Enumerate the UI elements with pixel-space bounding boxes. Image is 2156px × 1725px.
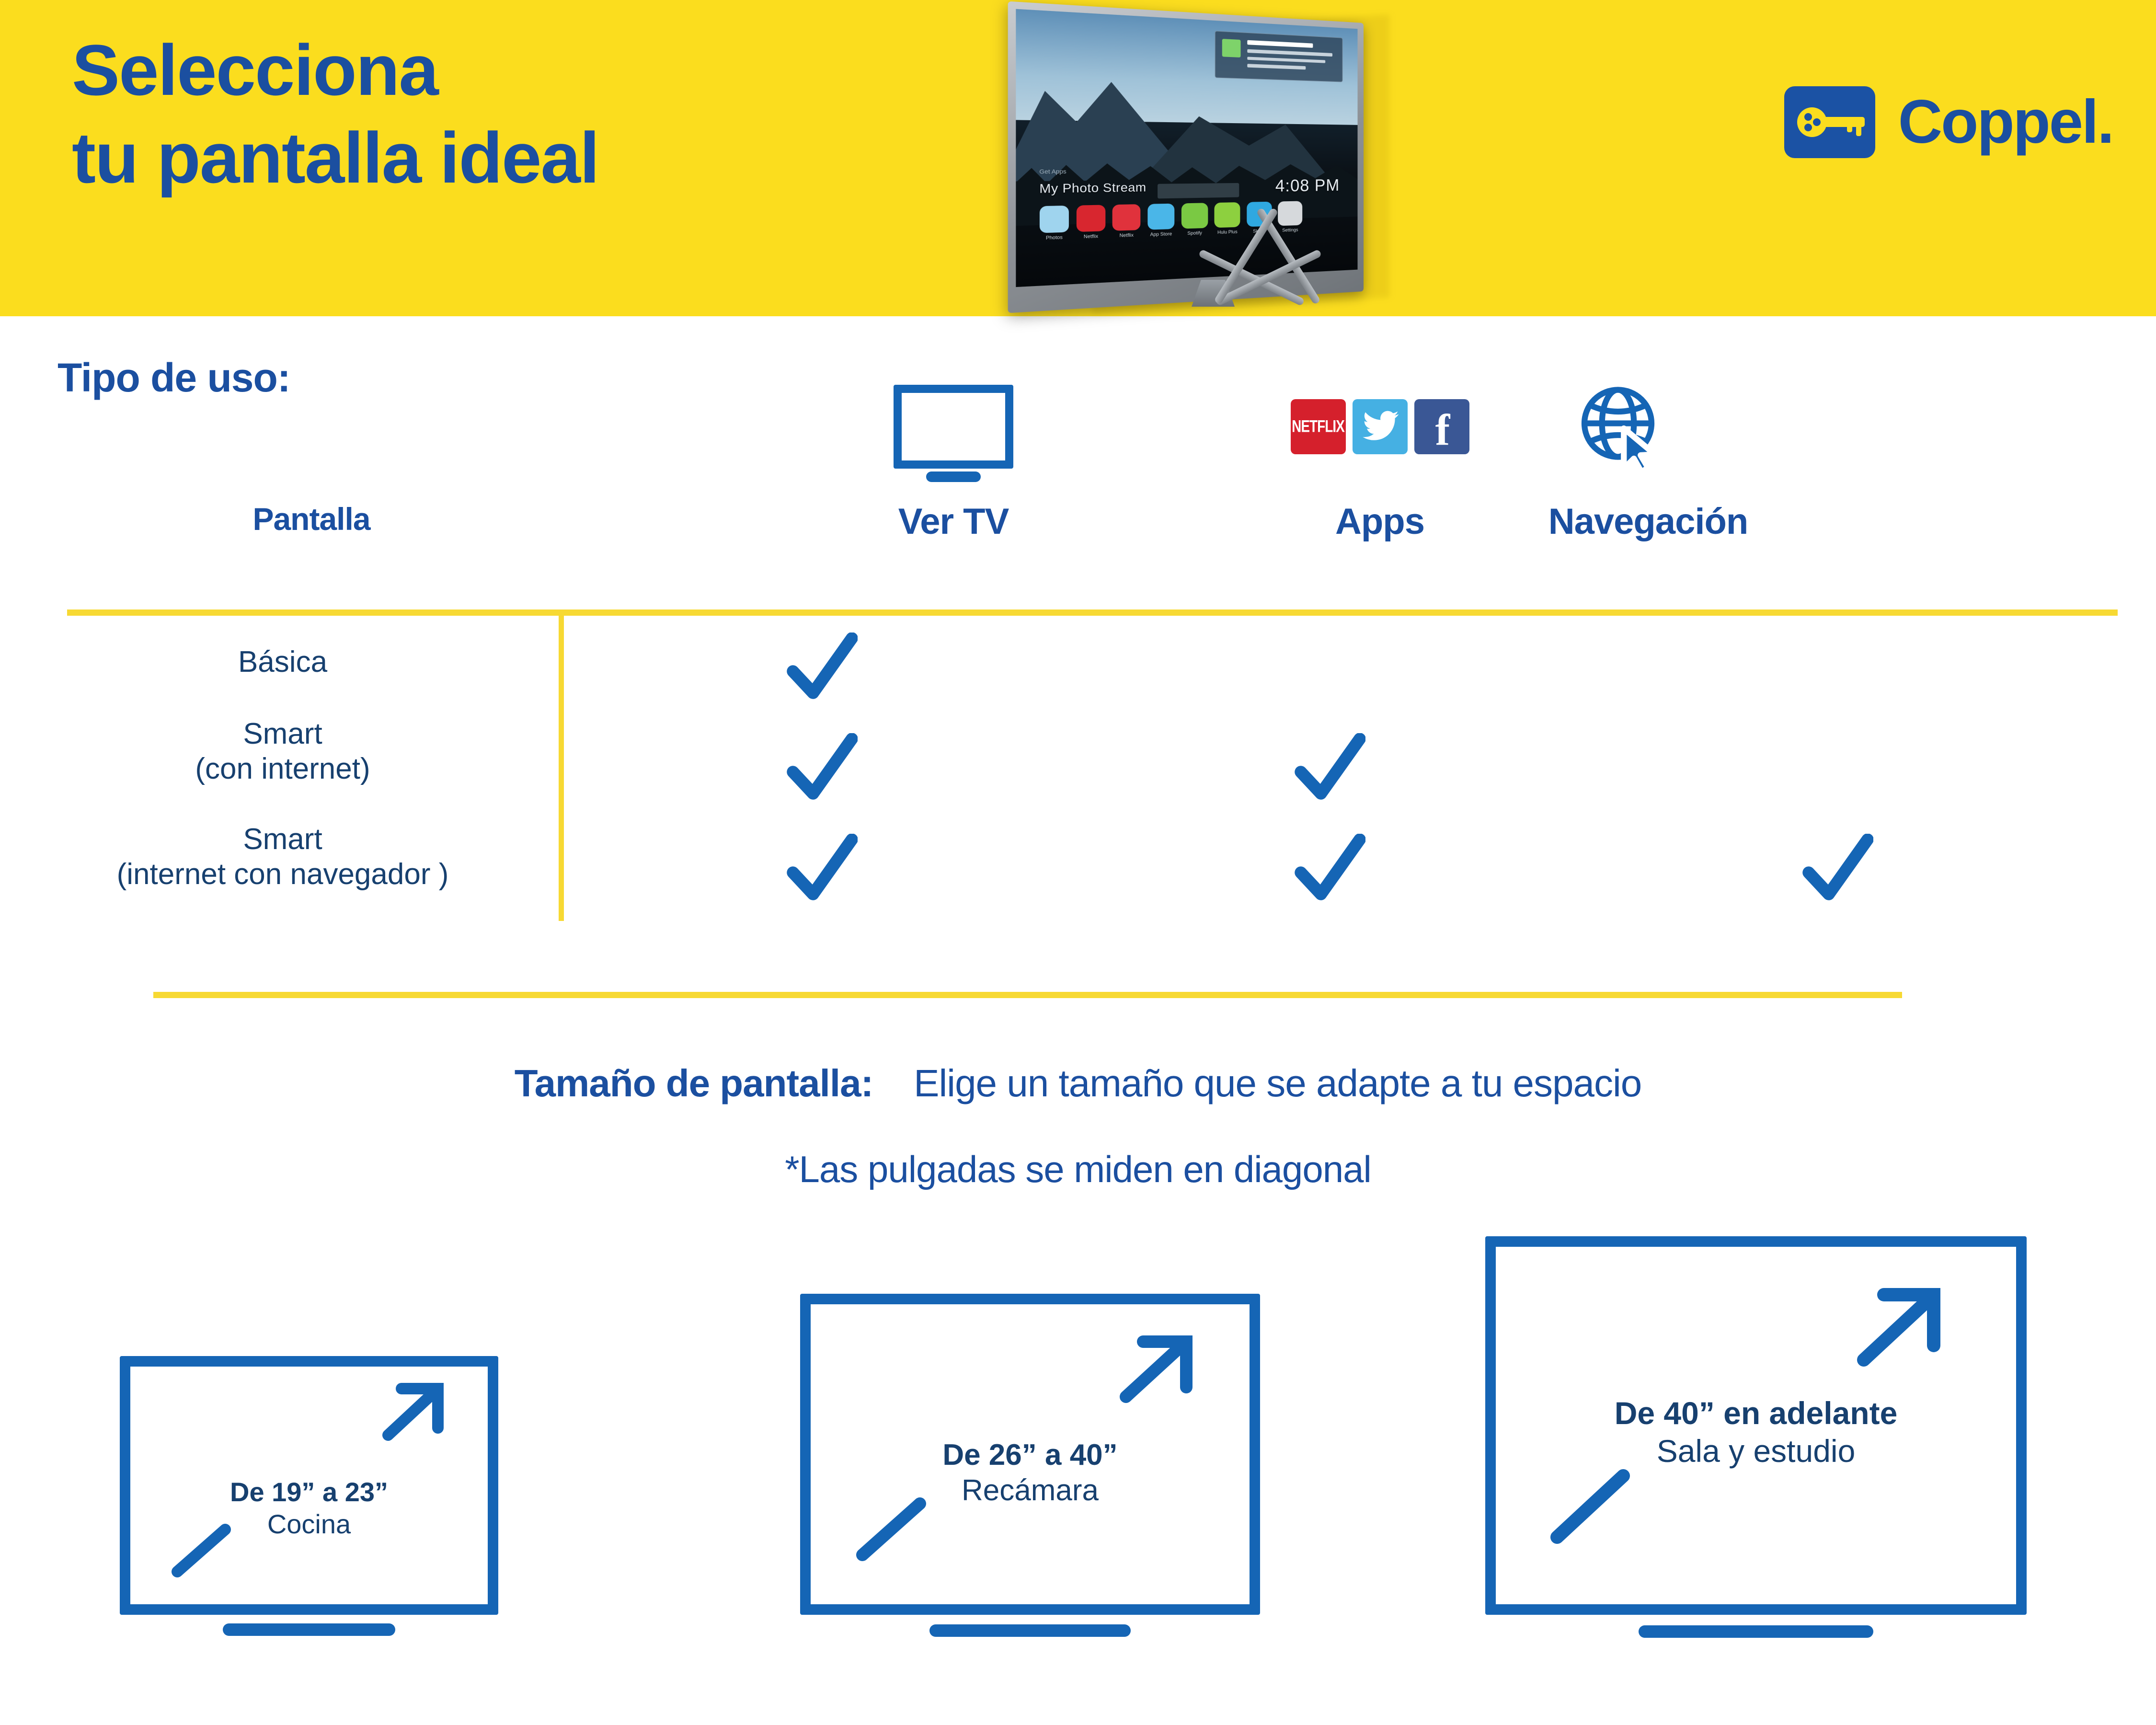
tv-screen: Get Apps My Photo Stream 4:08 PM Photos N… [1016, 9, 1358, 288]
brand-name: Coppel. [1898, 88, 2114, 156]
size-box-large: De 40” en adelante Sala y estudio [1485, 1236, 2027, 1653]
tv-search-pill [1158, 183, 1239, 199]
table-row-label: Smart (internet con navegador ) [116, 823, 449, 891]
size-box-text: De 26” a 40” Recámara [800, 1438, 1260, 1509]
tv-stand-base [1639, 1625, 1873, 1638]
size-heading-rest: Elige un tamaño que se adapte a tu espac… [914, 1062, 1642, 1104]
size-section-heading: Tamaño de pantalla: Elige un tamaño que … [0, 1061, 2156, 1105]
column-icon-navegacion [1380, 386, 1859, 475]
globe-cursor-icon [1578, 385, 1662, 475]
checkmark-icon [787, 632, 858, 699]
checkmark-icon [1802, 834, 1873, 900]
column-header-ver-tv: Ver TV [898, 501, 1009, 542]
tv-dock-app: Settings [1278, 201, 1303, 233]
column-header-navegacion: Navegación [1548, 501, 1749, 542]
tv-notification-icon [1222, 39, 1241, 58]
table-top-rule [67, 610, 2118, 616]
room-label: Cocina [267, 1509, 351, 1540]
table-row-label: Básica [238, 645, 328, 678]
tv-dock-app: App Store [1147, 203, 1175, 237]
checkmark-icon [1295, 834, 1365, 900]
size-box-text: De 19” a 23” Cocina [120, 1476, 498, 1540]
tv-body: Get Apps My Photo Stream 4:08 PM Photos N… [1008, 1, 1364, 313]
tv-dock-app: Netflix [1076, 205, 1105, 240]
tv-photo-label: My Photo Stream [1039, 180, 1147, 196]
tv-stand-base [929, 1624, 1131, 1637]
checkmark-icon [787, 733, 858, 800]
table-vertical-rule [559, 610, 564, 921]
monitor-frame [894, 384, 1013, 469]
size-heading-bold: Tamaño de pantalla: [514, 1062, 874, 1104]
tv-notification-line [1247, 57, 1326, 63]
brand-logo: Coppel. [1784, 86, 2114, 158]
tv-notification-line [1247, 49, 1333, 57]
page-title: Selecciona tu pantalla ideal [72, 30, 600, 198]
size-section-note: *Las pulgadas se miden en diagonal [785, 1148, 1372, 1190]
table-row-label: Smart (con internet) [195, 717, 370, 786]
netflix-icon: NETFLIX [1290, 399, 1346, 454]
size-label: De 19” a 23” [230, 1477, 388, 1507]
checkmark-icon [787, 834, 858, 900]
tv-notification-line [1247, 64, 1306, 69]
monitor-icon [894, 384, 1013, 482]
netflix-wordmark: NETFLIX [1292, 417, 1345, 436]
tv-dock-app: Photos [1039, 205, 1069, 241]
size-label: De 40” en adelante [1614, 1395, 1898, 1431]
checkmark-icon [1295, 733, 1365, 800]
size-box-small: De 19” a 23” Cocina [120, 1356, 498, 1644]
header-banner: Selecciona tu pantalla ideal Get Apps My… [0, 0, 2156, 316]
size-label: De 26” a 40” [942, 1438, 1118, 1472]
size-box-text: De 40” en adelante Sala y estudio [1485, 1394, 2027, 1470]
column-icon-ver-tv [714, 384, 1193, 482]
tv-dock-app: Netflix [1112, 204, 1141, 238]
section-divider-rule [153, 992, 1902, 998]
tv-stand-base [223, 1623, 395, 1636]
tv-dock-app: Spotify [1181, 203, 1208, 236]
room-label: Recámara [962, 1474, 1099, 1507]
room-label: Sala y estudio [1656, 1433, 1856, 1469]
size-box-medium: De 26” a 40” Recámara [800, 1294, 1260, 1648]
column-header-pantalla: Pantalla [252, 501, 370, 537]
tv-photo-sublabel: Get Apps [1039, 168, 1067, 175]
tv-notification-card [1215, 31, 1343, 82]
smart-tv-photo: Get Apps My Photo Stream 4:08 PM Photos N… [1008, 1, 1389, 344]
key-icon [1784, 86, 1875, 158]
tv-notification-title [1247, 40, 1313, 48]
tv-clock: 4:08 PM [1275, 176, 1340, 196]
usage-column-icons: NETFLIX f [0, 384, 2156, 503]
monitor-stand [926, 471, 981, 482]
tv-dock-app: Hulu Plus [1214, 202, 1240, 235]
